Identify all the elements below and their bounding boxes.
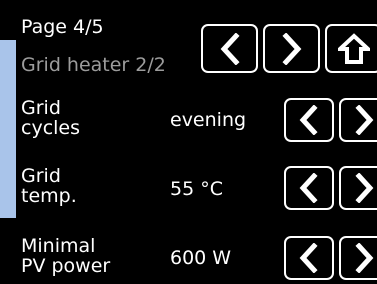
home-icon <box>337 32 370 64</box>
chevron-right-icon <box>281 32 301 65</box>
chevron-left-icon <box>220 32 240 65</box>
grid-cycles-label: Grid cycles <box>21 97 81 139</box>
grid-temp-value: 55 °C <box>170 178 223 200</box>
home-button[interactable] <box>325 24 377 73</box>
chevron-left-icon <box>299 173 318 203</box>
minimal-pv-power-value: 600 W <box>170 247 232 269</box>
chevron-left-icon <box>299 105 318 135</box>
grid-cycles-decrease-button[interactable] <box>284 98 334 142</box>
chevron-right-icon <box>355 243 374 273</box>
minimal-pv-power-label: Minimal PV power <box>21 235 111 277</box>
minimal-pv-power-increase-button[interactable] <box>339 236 377 280</box>
grid-temp-increase-button[interactable] <box>339 166 377 210</box>
minimal-pv-power-decrease-button[interactable] <box>284 236 334 280</box>
next-page-button[interactable] <box>263 24 320 73</box>
accent-side-bar <box>0 40 16 218</box>
grid-cycles-value: evening <box>170 109 247 131</box>
grid-temp-label: Grid temp. <box>21 165 77 207</box>
grid-cycles-increase-button[interactable] <box>339 98 377 142</box>
prev-page-button[interactable] <box>201 24 258 73</box>
page-indicator: Page 4/5 <box>21 16 104 38</box>
chevron-right-icon <box>355 105 374 135</box>
grid-temp-decrease-button[interactable] <box>284 166 334 210</box>
page-subtitle: Grid heater 2/2 <box>21 54 166 76</box>
chevron-left-icon <box>299 243 318 273</box>
chevron-right-icon <box>355 173 374 203</box>
